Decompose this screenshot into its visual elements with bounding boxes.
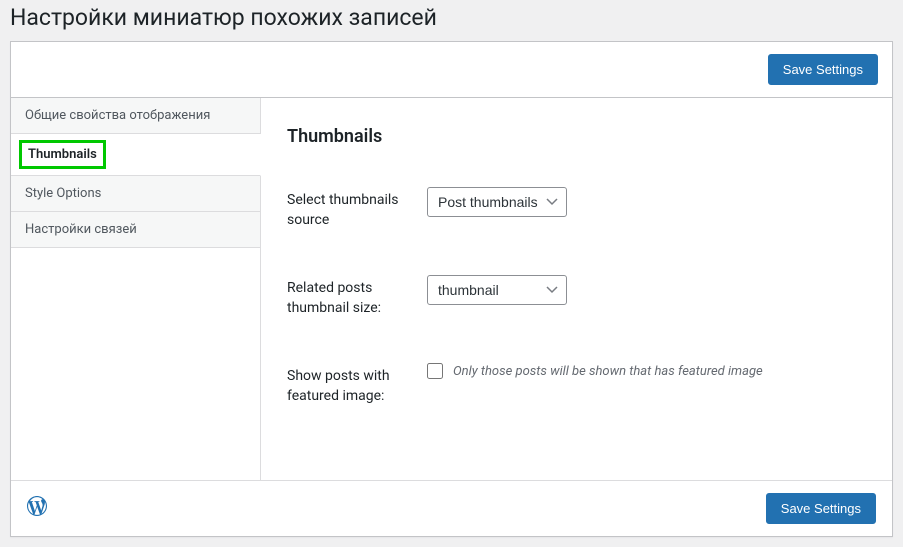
tab-style-options[interactable]: Style Options <box>11 176 260 212</box>
settings-box: Save Settings Общие свойства отображения… <box>10 41 893 537</box>
settings-tabs-sidebar: Общие свойства отображения Thumbnails St… <box>11 98 261 480</box>
page-title: Настройки миниатюр похожих записей <box>10 4 893 31</box>
tab-label: Style Options <box>25 186 101 201</box>
tab-label: Общие свойства отображения <box>25 108 210 123</box>
field-label: Related posts thumbnail size: <box>287 275 427 318</box>
field-control: Post thumbnails <box>427 187 866 217</box>
checkbox-description: Only those posts will be shown that has … <box>453 364 763 379</box>
field-label: Select thumbnails source <box>287 187 427 230</box>
checkbox-wrap: Only those posts will be shown that has … <box>427 363 866 379</box>
field-thumbnail-size: Related posts thumbnail size: thumbnail <box>287 275 866 318</box>
thumbnails-source-select[interactable]: Post thumbnails <box>427 187 567 217</box>
thumbnail-size-select[interactable]: thumbnail <box>427 275 567 305</box>
field-label: Show posts with featured image: <box>287 363 427 406</box>
tab-general-display[interactable]: Общие свойства отображения <box>11 98 260 134</box>
field-control: Only those posts will be shown that has … <box>427 363 866 379</box>
top-actions: Save Settings <box>11 42 892 97</box>
field-control: thumbnail <box>427 275 866 305</box>
section-title: Thumbnails <box>287 126 866 147</box>
settings-content: Thumbnails Select thumbnails source Post… <box>261 98 892 480</box>
settings-body: Общие свойства отображения Thumbnails St… <box>11 97 892 480</box>
tab-thumbnails[interactable]: Thumbnails <box>11 134 261 176</box>
wordpress-logo-icon <box>27 496 47 520</box>
tab-relations[interactable]: Настройки связей <box>11 212 260 248</box>
save-settings-button-top[interactable]: Save Settings <box>768 54 878 85</box>
tab-label: Thumbnails <box>19 140 106 169</box>
tab-label: Настройки связей <box>25 222 137 237</box>
featured-image-checkbox[interactable] <box>427 363 443 379</box>
settings-footer: Save Settings <box>11 480 892 536</box>
field-thumbnails-source: Select thumbnails source Post thumbnails <box>287 187 866 230</box>
field-featured-image: Show posts with featured image: Only tho… <box>287 363 866 406</box>
save-settings-button-bottom[interactable]: Save Settings <box>766 493 876 524</box>
